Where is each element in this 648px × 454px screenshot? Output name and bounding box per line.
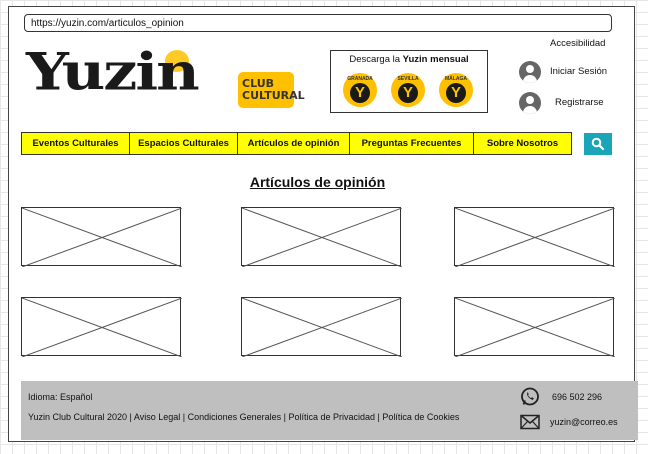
logo[interactable]: Yuzin [26, 42, 200, 103]
main-nav: Eventos Culturales Espacios Culturales A… [21, 132, 572, 155]
article-placeholder[interactable] [21, 207, 182, 267]
article-placeholder[interactable] [241, 297, 402, 357]
page-title: Artículos de opinión [249, 174, 386, 190]
nav-item-eventos[interactable]: Eventos Culturales [22, 133, 130, 154]
email-address[interactable]: yuzin@correo.es [550, 417, 618, 427]
accesibilidad-link[interactable]: Accesibilidad [550, 38, 605, 49]
city-icon-sevilla[interactable]: SEVILLA Y [391, 73, 425, 107]
login-label: Iniciar Sesión [550, 66, 608, 77]
download-title: Descarga la Yuzin mensual [349, 54, 469, 65]
nav-item-preguntas[interactable]: Preguntas Frecuentes [350, 133, 474, 154]
article-placeholder[interactable] [454, 207, 615, 267]
language-selector[interactable]: Idioma: Español [28, 392, 93, 402]
user-icon [519, 61, 541, 83]
nav-item-espacios[interactable]: Espacios Culturales [130, 133, 238, 154]
user-icon [519, 92, 541, 114]
city-icon-granada[interactable]: GRANADA Y [343, 73, 377, 107]
search-button[interactable] [584, 133, 612, 155]
search-icon [591, 137, 605, 151]
mail-icon [520, 414, 540, 430]
whatsapp-icon [521, 387, 539, 406]
footer-links[interactable]: Yuzin Club Cultural 2020 | Aviso Legal |… [28, 412, 459, 422]
nav-item-sobre[interactable]: Sobre Nosotros [474, 133, 571, 154]
article-placeholder[interactable] [241, 207, 402, 267]
article-placeholder[interactable] [21, 297, 182, 357]
download-magazine-box[interactable]: Descarga la Yuzin mensual GRANADA Y SEVI… [330, 50, 488, 113]
footer: Idioma: Español Yuzin Club Cultural 2020… [21, 381, 638, 440]
register-label: Registrarse [555, 97, 604, 108]
city-icon-malaga[interactable]: MÁLAGA Y [439, 73, 473, 107]
phone-number[interactable]: 696 502 296 [552, 392, 602, 402]
article-placeholder[interactable] [454, 297, 615, 357]
nav-item-articulos[interactable]: Artículos de opinión [238, 133, 350, 154]
logo-badge-line2: CULTURAL [242, 89, 305, 102]
url-bar[interactable]: https://yuzin.com/articulos_opinion [24, 14, 612, 32]
logo-club-badge: CLUB CULTURAL [238, 72, 305, 108]
